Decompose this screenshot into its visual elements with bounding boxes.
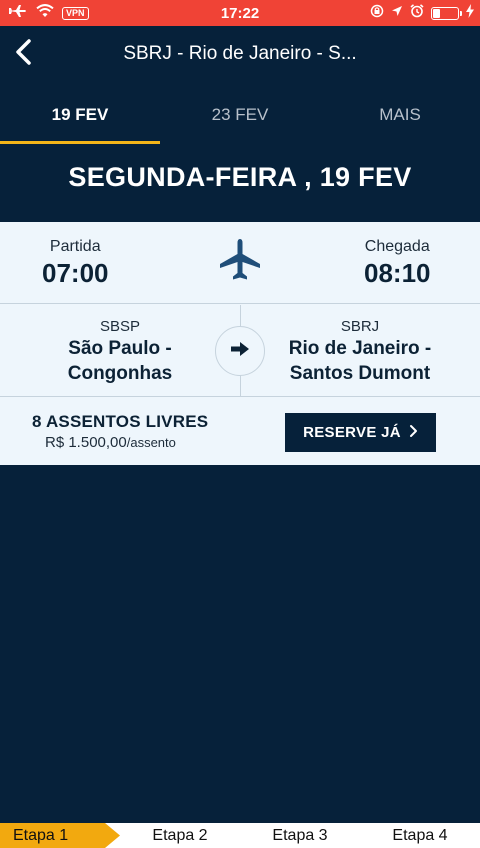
header: SBRJ - Rio de Janeiro - S...: [0, 26, 480, 84]
origin-code: SBSP: [99, 318, 141, 335]
origin-block: SBSP São Paulo - Congonhas: [20, 318, 220, 385]
departure-block: Partida 07:00: [42, 238, 109, 289]
destination-name-line2: Santos Dumont: [289, 363, 431, 384]
tab-19-fev[interactable]: 19 FEV: [0, 84, 160, 146]
direction-indicator: [215, 326, 265, 376]
reserve-label: RESERVE JÁ: [303, 424, 401, 441]
seats-available: 8 ASSENTOS LIVRES: [32, 412, 209, 431]
arrival-time: 08:10: [364, 258, 431, 288]
status-bar: VPN 17:22: [0, 0, 480, 26]
arrow-right-icon: [230, 341, 250, 362]
price-unit: /assento: [126, 435, 176, 450]
flight-card: Partida 07:00 Chegada 08:10 SBSP São Pau…: [0, 222, 480, 465]
location-icon: [391, 4, 403, 22]
arrival-block: Chegada 08:10: [364, 238, 431, 289]
step-4[interactable]: Etapa 4: [360, 823, 480, 848]
booking-row: 8 ASSENTOS LIVRES R$ 1.500,00/assento RE…: [0, 398, 480, 465]
destination-name-line1: Rio de Janeiro -: [288, 338, 432, 359]
origin-name-line2: Congonhas: [67, 363, 173, 384]
screen-lock-icon: [370, 4, 384, 23]
price: R$ 1.500,00/assento: [45, 434, 176, 451]
reserve-button[interactable]: RESERVE JÁ: [285, 413, 436, 452]
alarm-icon: [410, 3, 424, 23]
tab-23-fev[interactable]: 23 FEV: [160, 84, 320, 146]
airplane-icon: [217, 237, 263, 288]
step-3[interactable]: Etapa 3: [240, 823, 360, 848]
wifi-icon: [36, 3, 54, 23]
chevron-right-icon: [409, 424, 418, 442]
tab-mais[interactable]: MAIS: [320, 84, 480, 146]
airplane-mode-icon: [8, 4, 28, 23]
arrival-label: Chegada: [364, 238, 430, 255]
departure-label: Partida: [49, 238, 101, 255]
price-value: R$ 1.500,00: [45, 434, 127, 451]
date-tabs: 19 FEV 23 FEV MAIS: [0, 84, 480, 146]
battery-icon: [431, 6, 462, 20]
day-heading: SEGUNDA-FEIRA , 19 FEV: [68, 162, 412, 192]
progress-steps: Etapa 1 Etapa 2 Etapa 3 Etapa 4: [0, 823, 480, 848]
step-1[interactable]: Etapa 1: [0, 823, 120, 848]
destination-block: SBRJ Rio de Janeiro - Santos Dumont: [260, 318, 460, 385]
step-2[interactable]: Etapa 2: [120, 823, 240, 848]
page-title: SBRJ - Rio de Janeiro - S...: [123, 43, 357, 64]
times-row: Partida 07:00 Chegada 08:10: [0, 222, 480, 304]
departure-time: 07:00: [42, 258, 109, 288]
charging-icon: [466, 3, 474, 23]
vpn-icon: VPN: [62, 6, 89, 20]
origin-name-line1: São Paulo -: [68, 338, 172, 359]
airports-row: SBSP São Paulo - Congonhas SBRJ Rio de J…: [0, 305, 480, 397]
destination-code: SBRJ: [340, 318, 380, 335]
